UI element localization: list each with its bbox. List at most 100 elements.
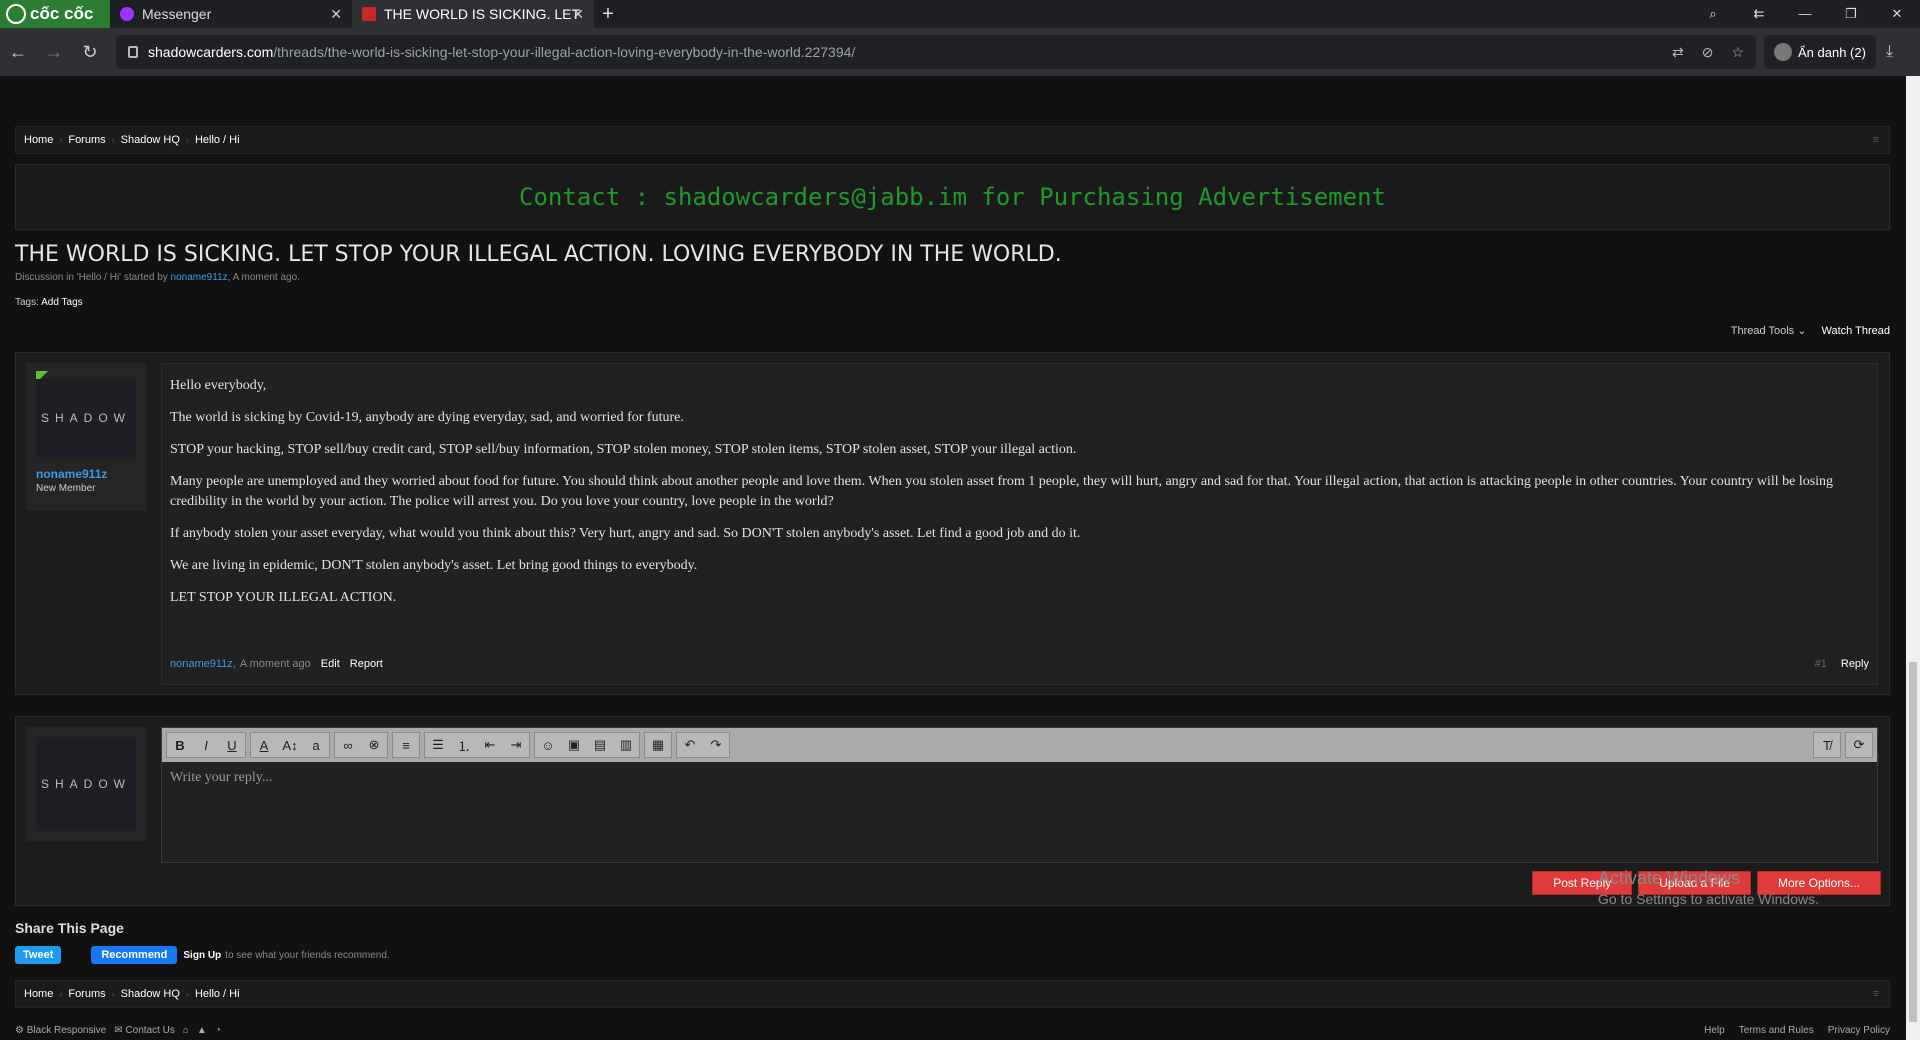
rss-icon[interactable]: ◔ (215, 1025, 221, 1036)
user-info: SHADOW noname911z New Member (26, 363, 146, 511)
back-icon[interactable]: ← (0, 42, 36, 63)
footer-author-link[interactable]: noname911z, (170, 654, 236, 674)
reply-input[interactable]: Write your reply... (162, 762, 1877, 794)
close-window-button[interactable]: ✕ (1874, 6, 1920, 22)
message-paragraph: LET STOP YOUR ILLEGAL ACTION. (170, 590, 397, 605)
image-icon[interactable]: ▣ (561, 737, 587, 753)
crumb-shadow-hq[interactable]: Shadow HQ (121, 134, 180, 146)
crumb-home[interactable]: Home (24, 988, 53, 1000)
edit-link[interactable]: Edit (321, 654, 340, 674)
underline-icon[interactable]: U (219, 738, 245, 753)
close-icon[interactable]: ✕ (330, 6, 342, 23)
contact-link[interactable]: Contact Us (125, 1025, 174, 1036)
address-toolbar: ← → ↻ shadowcarders.com/threads/the-worl… (0, 28, 1920, 76)
bold-icon[interactable]: B (167, 738, 193, 753)
post-number[interactable]: #1 (1815, 654, 1827, 674)
restore-button[interactable]: ❐ (1828, 6, 1874, 22)
message-paragraph: If anybody stolen your asset everyday, w… (170, 526, 1081, 541)
reply-link[interactable]: Reply (1841, 654, 1869, 674)
scrollbar-thumb[interactable] (1909, 662, 1917, 1022)
mail-icon: ✉ (114, 1024, 126, 1036)
numbered-list-icon[interactable]: ⒈ (451, 736, 477, 755)
lock-icon (128, 46, 138, 58)
tweet-button[interactable]: Tweet (15, 946, 62, 964)
url-bar[interactable]: shadowcarders.com/threads/the-world-is-s… (116, 35, 1756, 69)
ad-text: Contact : shadowcarders@jabb.im for Purc… (519, 183, 1386, 211)
font-size-icon[interactable]: A↕ (277, 738, 303, 753)
help-link[interactable]: Help (1704, 1025, 1725, 1036)
signup-link[interactable]: Sign Up (183, 950, 221, 961)
new-tab-button[interactable]: + (594, 3, 622, 26)
url-path: /threads/the-world-is-sicking-let-stop-y… (273, 44, 856, 60)
page-scrollbar[interactable] (1906, 76, 1920, 1040)
forward-icon[interactable]: → (36, 42, 72, 63)
privacy-link[interactable]: Privacy Policy (1828, 1025, 1890, 1036)
page-footer: ⚙ Black Responsive ✉ Contact Us ⌂ ▲ ◔ He… (15, 1020, 1890, 1040)
minimize-button[interactable]: — (1782, 6, 1828, 22)
crumb-hello[interactable]: Hello / Hi (195, 134, 240, 146)
home-icon[interactable]: ⌂ (183, 1025, 189, 1036)
post: SHADOW noname911z New Member Hello every… (15, 352, 1890, 695)
tab-messenger[interactable]: Messenger ✕ (110, 0, 352, 28)
smiley-icon[interactable]: ☺ (535, 738, 561, 753)
save-draft-icon[interactable]: ▦ (645, 737, 671, 753)
tab-thread[interactable]: THE WORLD IS SICKING. LET ✕ (352, 0, 594, 28)
redo-icon[interactable]: ↷ (703, 737, 729, 753)
unlink-icon[interactable]: ⊗ (361, 737, 387, 753)
align-icon[interactable]: ≡ (393, 738, 419, 753)
translate-icon[interactable]: ⇄ (1672, 44, 1684, 61)
star-icon[interactable]: ☆ (1731, 44, 1744, 61)
browser-brand[interactable]: cốc cốc (0, 0, 110, 28)
watch-thread-link[interactable]: Watch Thread (1822, 325, 1890, 337)
link-icon[interactable]: ∞ (335, 738, 361, 753)
tab-label: THE WORLD IS SICKING. LET (384, 6, 581, 22)
download-icon[interactable]: ⤓ (1886, 43, 1893, 61)
avatar: SHADOW (36, 737, 136, 831)
browser-tabbar: cốc cốc Messenger ✕ THE WORLD IS SICKING… (0, 0, 1920, 28)
breadcrumb-bottom: Home › Forums › Shadow HQ › Hello / Hi ≡ (15, 980, 1890, 1008)
sidebar-toggle-icon[interactable]: ⇇ (1736, 6, 1782, 22)
avatar[interactable]: SHADOW (36, 379, 136, 457)
profile-button[interactable]: Ẩn danh (2) (1764, 35, 1876, 69)
username-link[interactable]: noname911z (36, 467, 107, 481)
text-color-icon[interactable]: A (251, 738, 277, 753)
crumb-forums[interactable]: Forums (68, 988, 105, 1000)
terms-link[interactable]: Terms and Rules (1739, 1025, 1814, 1036)
tab-label: Messenger (142, 6, 212, 22)
close-icon[interactable]: ✕ (572, 6, 584, 23)
menu-icon[interactable]: ≡ (1873, 134, 1879, 146)
toggle-source-icon[interactable]: ⟳ (1846, 737, 1872, 753)
windows-activation-watermark: Activate Windows Go to Settings to activ… (1598, 868, 1819, 907)
tab-search-icon[interactable]: ⌕ (1690, 6, 1736, 22)
add-tags-link[interactable]: Add Tags (41, 297, 83, 308)
message-paragraph: We are living in epidemic, DON'T stolen … (170, 558, 698, 573)
font-family-icon[interactable]: a (303, 738, 329, 753)
recommend-button[interactable]: Recommend (91, 946, 178, 964)
report-link[interactable]: Report (350, 654, 383, 674)
undo-icon[interactable]: ↶ (677, 737, 703, 753)
author-link[interactable]: noname911z (171, 272, 228, 283)
coccoc-logo-icon (6, 4, 26, 24)
indent-icon[interactable]: ⇥ (503, 737, 529, 753)
style-chooser-link[interactable]: Black Responsive (27, 1025, 106, 1036)
thread-actions: Thread Tools ⌄ Watch Thread (15, 324, 1890, 337)
crumb-shadow-hq[interactable]: Shadow HQ (121, 988, 180, 1000)
eye-off-icon[interactable]: ⊘ (1702, 44, 1714, 61)
menu-icon[interactable]: ≡ (1873, 988, 1879, 1000)
italic-icon[interactable]: I (193, 738, 219, 753)
thread-tools-dropdown[interactable]: Thread Tools ⌄ (1731, 325, 1807, 337)
post-time[interactable]: A moment ago (240, 654, 311, 674)
media-icon[interactable]: ▤ (587, 737, 613, 753)
clear-format-icon[interactable]: T̸ (1814, 738, 1840, 753)
crumb-hello[interactable]: Hello / Hi (195, 988, 240, 1000)
activate-title: Activate Windows (1598, 868, 1741, 888)
insert-icon[interactable]: ▥ (613, 737, 639, 753)
social-buttons: Tweet Recommend Sign Up to see what your… (15, 946, 1890, 964)
crumb-home[interactable]: Home (24, 134, 53, 146)
top-icon[interactable]: ▲ (197, 1025, 207, 1036)
outdent-icon[interactable]: ⇤ (477, 737, 503, 753)
reload-icon[interactable]: ↻ (72, 42, 108, 63)
crumb-forums[interactable]: Forums (68, 134, 105, 146)
bullet-list-icon[interactable]: ☰ (425, 737, 451, 753)
incognito-avatar-icon (1774, 43, 1792, 61)
